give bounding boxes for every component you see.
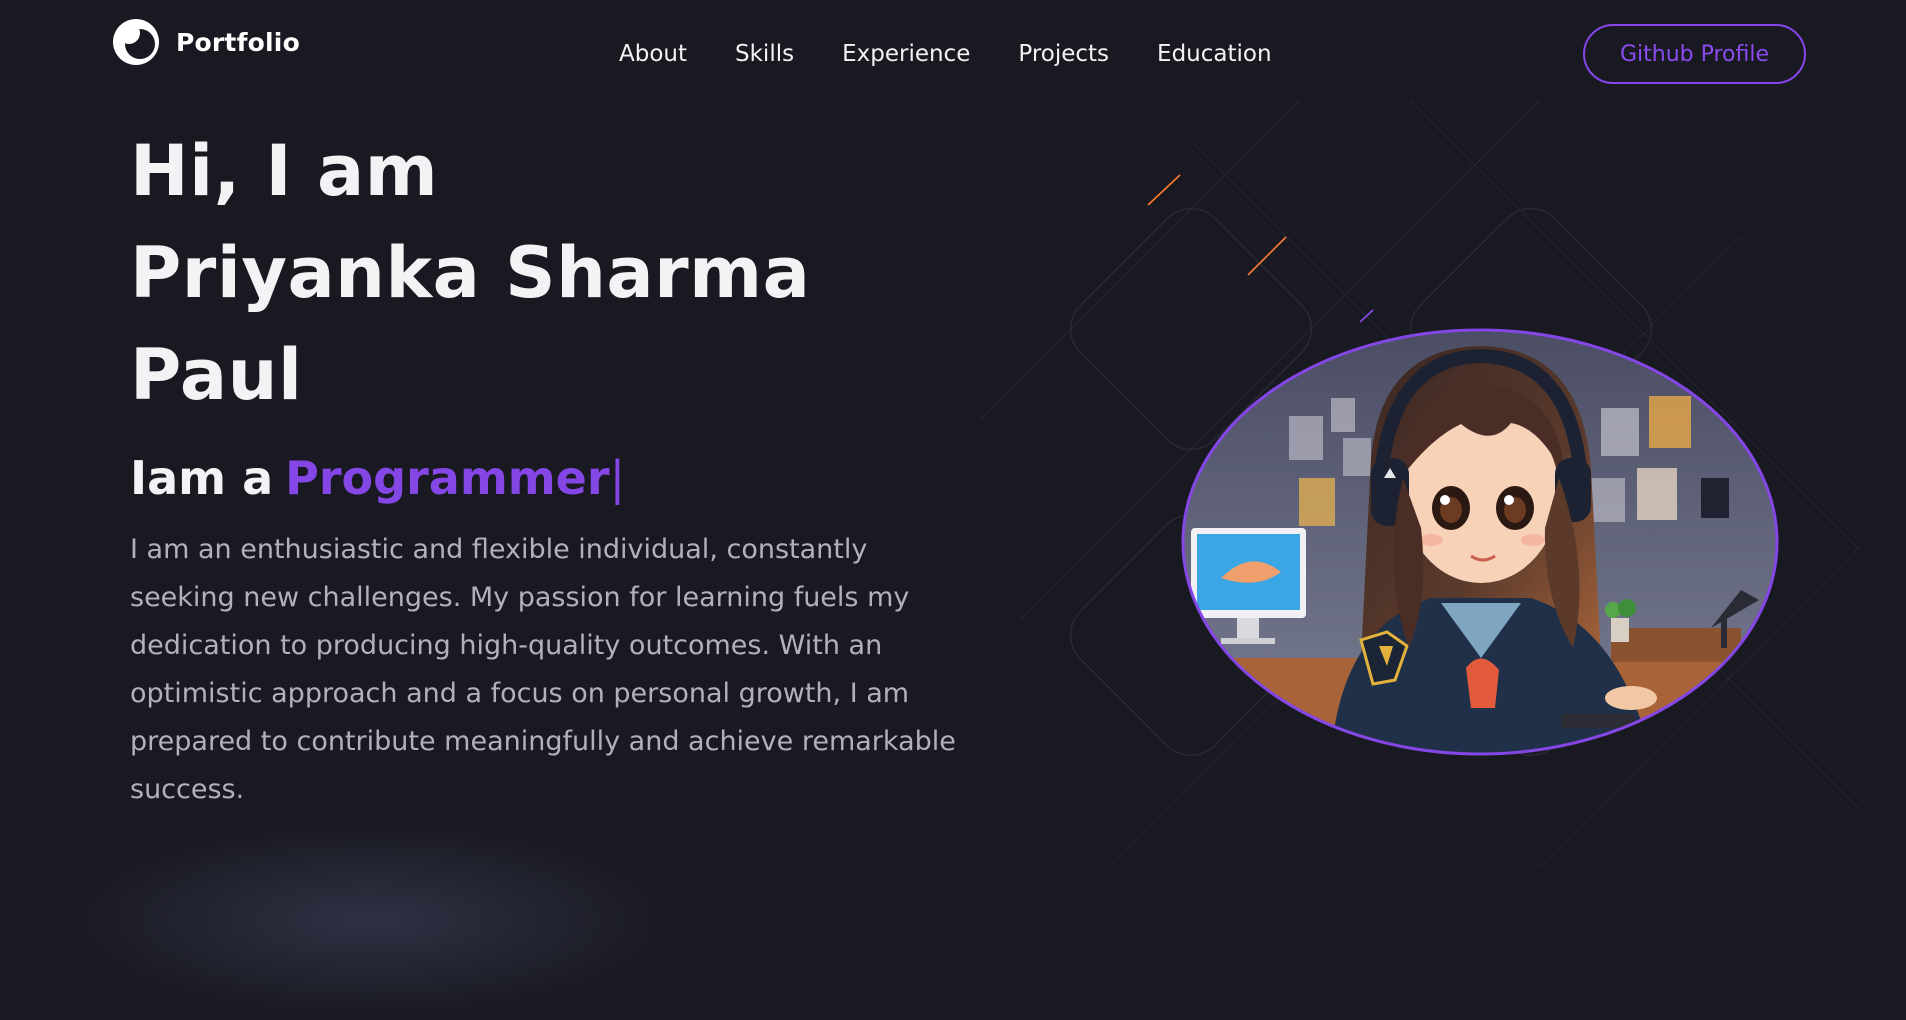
hero-name-line2: Paul bbox=[130, 334, 303, 416]
nav-menu: About Skills Experience Projects Educati… bbox=[619, 41, 1272, 67]
brand-logo[interactable]: Portfolio bbox=[110, 16, 300, 68]
hero-title: Hi, I am Priyanka Sharma Paul bbox=[130, 120, 960, 426]
nav-link-about[interactable]: About bbox=[619, 41, 687, 67]
profile-portrait bbox=[1181, 328, 1779, 756]
brand-name: Portfolio bbox=[176, 27, 300, 57]
logo-ring-icon bbox=[113, 19, 159, 65]
nav-link-skills[interactable]: Skills bbox=[735, 41, 794, 67]
hero-bio: I am an enthusiastic and flexible indivi… bbox=[130, 534, 956, 805]
background-glow bbox=[60, 820, 680, 1020]
github-profile-button[interactable]: Github Profile bbox=[1583, 24, 1806, 84]
hero-section: Hi, I am Priyanka Sharma Paul Iam a Progr… bbox=[130, 120, 960, 841]
hero-name-line1: Priyanka Sharma bbox=[130, 232, 811, 314]
profile-illustration bbox=[1181, 328, 1779, 756]
navbar: Portfolio About Skills Experience Projec… bbox=[0, 0, 1906, 112]
typing-cursor: | bbox=[609, 451, 626, 505]
nav-link-experience[interactable]: Experience bbox=[842, 41, 970, 67]
hero-greeting: Hi, I am bbox=[130, 130, 439, 212]
role-prefix: Iam a bbox=[130, 451, 274, 505]
nav-link-projects[interactable]: Projects bbox=[1018, 41, 1109, 67]
role-typing-line: Iam a Programmer| bbox=[130, 448, 960, 508]
nav-link-education[interactable]: Education bbox=[1157, 41, 1272, 67]
role-text: Programmer bbox=[285, 451, 610, 505]
